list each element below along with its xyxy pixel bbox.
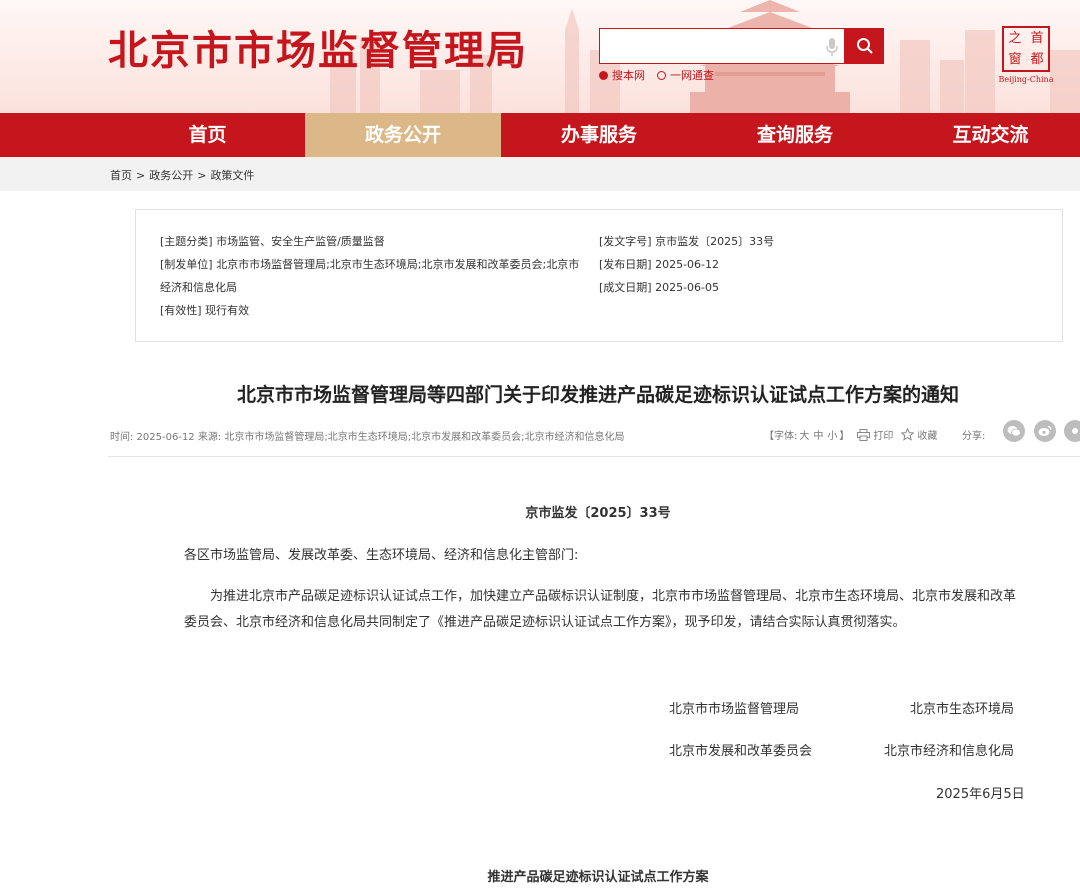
meta-subject-value: 市场监管、安全生产监管/质量监督 [216, 235, 385, 248]
font-size-small[interactable]: 小 [827, 427, 837, 442]
main-nav: 首页 政务公开 办事服务 查询服务 互动交流 [0, 113, 1080, 157]
printer-icon [857, 428, 871, 441]
favorite-button[interactable]: 收藏 [901, 427, 937, 442]
logo-char: 之 [1008, 31, 1022, 46]
breadcrumb-policy-docs[interactable]: 政策文件 [210, 169, 254, 182]
logo-frame: 之 首 窗 都 [1002, 26, 1050, 72]
nav-item-interaction[interactable]: 互动交流 [893, 113, 1080, 157]
nav-item-services[interactable]: 办事服务 [501, 113, 697, 157]
signer-economy-it: 北京市经济和信息化局 [884, 744, 1015, 759]
meta-left: [主题分类] 市场监管、安全生产监管/质量监督 [制发单位] 北京市市场监督管理… [160, 230, 600, 322]
breadcrumb-gov-affairs[interactable]: 政务公开 [149, 169, 193, 182]
site-header: 北京市市场监督管理局 搜本网 一网通查 之 首 窗 都 Beijing-Chin… [0, 0, 1080, 113]
logo-char: 窗 [1008, 52, 1022, 67]
article-tools: 【字体: 大 中 小 】 打印 收藏 [764, 427, 937, 442]
search-scope-options: 搜本网 一网通查 [599, 67, 714, 83]
nav-item-query[interactable]: 查询服务 [697, 113, 893, 157]
search-button[interactable] [845, 28, 884, 64]
document-meta-box: [主题分类] 市场监管、安全生产监管/质量监督 [制发单位] 北京市市场监督管理… [135, 209, 1063, 342]
meta-validity-value: 现行有效 [205, 304, 250, 317]
breadcrumb-home[interactable]: 首页 [110, 169, 132, 182]
wechat-icon [1007, 426, 1021, 437]
microphone-icon[interactable] [826, 37, 838, 57]
meta-issuer-value: 北京市市场监督管理局;北京市生态环境局;北京市发展和改革委员会;北京市 [216, 258, 580, 271]
meta-issuer-cont: 经济和信息化局 [160, 281, 237, 294]
meta-validity-key: [有效性] [160, 304, 202, 317]
print-label: 打印 [873, 431, 894, 442]
document-date: 2025年6月5日 [936, 787, 1025, 802]
breadcrumb: 首页 > 政务公开 > 政策文件 [110, 167, 254, 183]
search-scope-all[interactable]: 一网通查 [657, 67, 714, 83]
meta-issuer-key: [制发单位] [160, 258, 213, 271]
capital-window-logo[interactable]: 之 首 窗 都 Beijing-China [998, 26, 1054, 86]
signer-development-reform: 北京市发展和改革委员会 [669, 744, 813, 759]
meta-pubdate: [发布日期] 2025-06-12 [599, 253, 899, 276]
article-title: 北京市市场监督管理局等四部门关于印发推进产品碳足迹标识认证试点工作方案的通知 [236, 384, 959, 406]
logo-char: 都 [1030, 52, 1044, 67]
wechat-share-icon[interactable] [1003, 420, 1025, 442]
weibo-icon [1038, 425, 1052, 436]
share-more-icon [1072, 428, 1078, 434]
meta-subject-key: [主题分类] [160, 235, 213, 248]
search-box [599, 28, 845, 64]
search-icon [856, 38, 873, 54]
share-label: 分享: [962, 431, 986, 442]
star-icon [901, 428, 915, 441]
signer-market-supervision: 北京市市场监督管理局 [669, 702, 800, 717]
font-size-medium[interactable]: 中 [813, 427, 823, 442]
search-scope-all-label: 一网通查 [670, 69, 714, 82]
meta-right: [发文字号] 京市监发〔2025〕33号 [发布日期] 2025-06-12 [… [599, 230, 899, 299]
nav-item-gov-affairs[interactable]: 政务公开 [305, 113, 501, 157]
document-number: 京市监发〔2025〕33号 [525, 506, 671, 521]
radio-unselected-icon [657, 70, 666, 80]
salutation: 各区市场监管局、发展改革委、生态环境局、经济和信息化主管部门: [184, 548, 579, 563]
meta-docno-key: [发文字号] [599, 235, 652, 248]
signer-ecology-env: 北京市生态环境局 [910, 702, 1015, 717]
more-share-icon[interactable] [1064, 420, 1080, 442]
logo-subtitle: Beijing-China [998, 75, 1054, 84]
article-body: 为推进北京市产品碳足迹标识认证试点工作，加快建立产品碳标识认证制度，北京市市场监… [184, 589, 1017, 630]
font-size-close: 】 [839, 431, 850, 442]
logo-char: 首 [1030, 31, 1044, 46]
favorite-label: 收藏 [917, 431, 938, 442]
meta-docno: [发文字号] 京市监发〔2025〕33号 [599, 230, 899, 253]
meta-docno-value: 京市监发〔2025〕33号 [655, 235, 775, 248]
site-title[interactable]: 北京市市场监督管理局 [108, 18, 528, 76]
divider [108, 456, 1080, 457]
article-info: 时间: 2025-06-12 来源: 北京市市场监督管理局;北京市生态环境局;北… [110, 432, 625, 443]
meta-subject: [主题分类] 市场监管、安全生产监管/质量监督 [160, 230, 600, 253]
meta-issuer: [制发单位] 北京市市场监督管理局;北京市生态环境局;北京市发展和改革委员会;北… [160, 253, 600, 276]
font-size-label: 【字体: [764, 431, 798, 442]
meta-madedate-value: 2025-06-05 [655, 281, 720, 294]
meta-madedate: [成文日期] 2025-06-05 [599, 276, 899, 299]
plan-title: 推进产品碳足迹标识认证试点工作方案 [487, 870, 709, 885]
search-input[interactable] [600, 29, 844, 63]
breadcrumb-bar: 首页 > 政务公开 > 政策文件 [0, 157, 1080, 191]
meta-pubdate-key: [发布日期] [599, 258, 652, 271]
meta-validity: [有效性] 现行有效 [160, 299, 600, 322]
breadcrumb-separator: > [197, 169, 207, 182]
breadcrumb-separator: > [136, 169, 146, 182]
font-size-large[interactable]: 大 [799, 427, 809, 442]
print-button[interactable]: 打印 [857, 427, 893, 442]
weibo-share-icon[interactable] [1034, 420, 1056, 442]
search-scope-site-label: 搜本网 [612, 69, 645, 82]
search-scope-site[interactable]: 搜本网 [599, 67, 645, 83]
radio-selected-icon [599, 70, 608, 80]
meta-madedate-key: [成文日期] [599, 281, 652, 294]
nav-item-home[interactable]: 首页 [110, 113, 305, 157]
meta-pubdate-value: 2025-06-12 [655, 258, 720, 271]
